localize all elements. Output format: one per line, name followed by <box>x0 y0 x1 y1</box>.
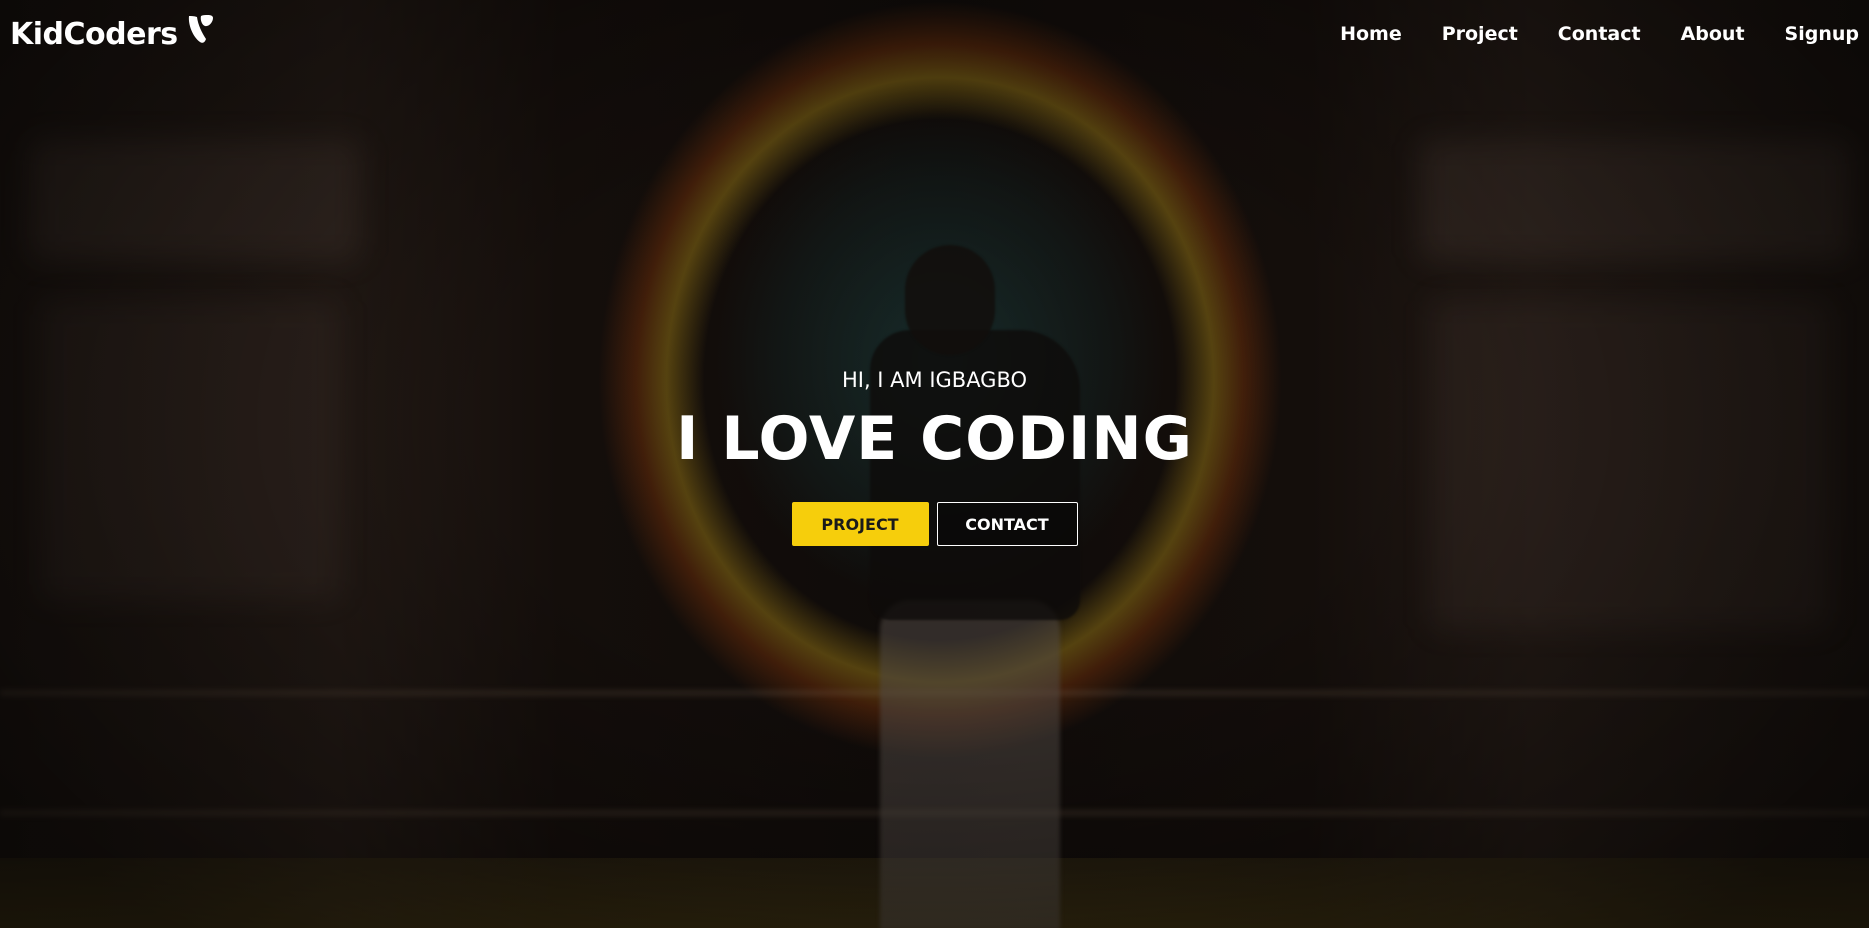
hero-greeting: HI, I AM IGBAGBO <box>841 368 1028 392</box>
nav-link-project[interactable]: Project <box>1442 23 1518 45</box>
nav-link-contact[interactable]: Contact <box>1558 23 1641 45</box>
contact-button[interactable]: CONTACT <box>936 502 1078 546</box>
nav-links: Home Project Contact About Signup <box>1340 23 1859 45</box>
nav-link-home[interactable]: Home <box>1340 23 1402 45</box>
project-button[interactable]: PROJECT <box>791 502 929 546</box>
nav-link-signup[interactable]: Signup <box>1785 23 1859 45</box>
hero-section: KidCoders Home Project Contact About Sig… <box>0 0 1869 928</box>
hero-buttons: PROJECT CONTACT <box>0 502 1869 546</box>
hero-headline: I LOVE CODING <box>676 404 1193 474</box>
top-navigation: KidCoders Home Project Contact About Sig… <box>0 0 1869 68</box>
nav-link-about[interactable]: About <box>1681 23 1745 45</box>
hero-content: HI, I AM IGBAGBO I LOVE CODING PROJECT C… <box>0 368 1869 546</box>
typo3-logo-icon <box>186 13 216 45</box>
site-logo[interactable]: KidCoders <box>10 15 216 52</box>
logo-text: KidCoders <box>10 16 178 52</box>
